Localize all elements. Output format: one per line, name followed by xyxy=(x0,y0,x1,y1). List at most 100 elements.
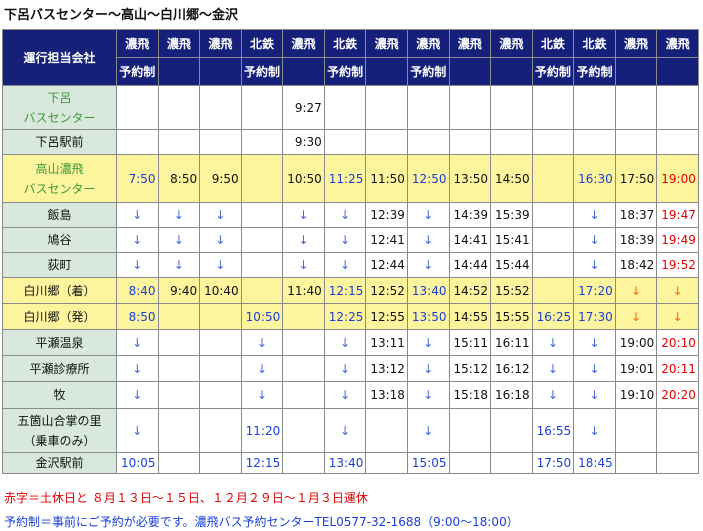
time-cell xyxy=(448,452,492,474)
pass-arrow-icon: ↓ xyxy=(116,202,159,228)
reservation-header xyxy=(282,57,325,86)
company-header: 濃飛 xyxy=(157,29,201,58)
company-corner-header: 運行担当会社 xyxy=(2,29,117,86)
time-cell: 17:30 xyxy=(573,303,616,330)
pass-arrow-icon: ↓ xyxy=(573,355,616,382)
time-cell: 14:55 xyxy=(448,303,492,330)
time-cell xyxy=(157,381,201,409)
time-cell: 15:05 xyxy=(406,452,450,474)
time-cell xyxy=(282,355,325,382)
pass-arrow-icon: ↓ xyxy=(573,252,616,278)
stop-name: 荻町 xyxy=(2,252,117,278)
time-cell: 12:15 xyxy=(240,452,284,474)
time-cell xyxy=(199,452,242,474)
time-cell: 19:52 xyxy=(656,252,699,278)
company-header: 濃飛 xyxy=(448,29,492,58)
stop-name: 白川郷（発） xyxy=(2,303,117,330)
time-cell xyxy=(282,303,325,330)
pass-arrow-icon: ↓ xyxy=(323,202,367,228)
time-cell: 19:00 xyxy=(656,154,699,203)
pass-arrow-icon: ↓ xyxy=(282,202,325,228)
pass-arrow-icon: ↓ xyxy=(240,355,284,382)
table-row: 白川郷（発） 8:50 10:50 12:25 12:55 13:50 14:55 15:55… xyxy=(2,303,699,330)
stop-name: 五箇山合掌の里 （乗車のみ） xyxy=(2,408,117,453)
time-cell: 17:50 xyxy=(531,452,575,474)
company-header: 濃飛 xyxy=(490,29,533,58)
time-cell xyxy=(199,303,242,330)
time-cell xyxy=(282,408,325,453)
time-cell xyxy=(531,252,575,278)
stop-name: 下呂駅前 xyxy=(2,129,117,155)
time-cell xyxy=(573,85,616,130)
time-cell: 12:44 xyxy=(365,252,408,278)
pass-arrow-icon: ↓ xyxy=(573,408,616,453)
time-cell: 20:10 xyxy=(656,329,699,356)
time-cell: 13:50 xyxy=(406,303,450,330)
reservation-header: 予約制 xyxy=(240,57,284,86)
time-cell: 18:39 xyxy=(614,227,658,253)
time-cell: 15:11 xyxy=(448,329,492,356)
time-cell: 14:50 xyxy=(490,154,533,203)
stop-name: 白川郷（着） xyxy=(2,277,117,304)
pass-arrow-icon: ↓ xyxy=(406,227,450,253)
table-row: 下呂駅前 9:30 xyxy=(2,129,699,155)
stop-name: 平瀬温泉 xyxy=(2,329,117,356)
time-cell: 20:11 xyxy=(656,355,699,382)
time-cell: 19:01 xyxy=(614,355,658,382)
time-cell xyxy=(531,277,575,304)
time-cell xyxy=(531,85,575,130)
table-row: 金沢駅前 10:05 12:15 13:40 15:05 17:50 18:45 xyxy=(2,452,699,474)
time-cell xyxy=(157,129,201,155)
pass-arrow-icon: ↓ xyxy=(573,329,616,356)
company-header: 濃飛 xyxy=(406,29,450,58)
table-row: 下呂 バスセンター 9:27 xyxy=(2,85,699,130)
table-row: 飯島 ↓ ↓ ↓ ↓ ↓ 12:39 ↓ 14:39 15:39 ↓ 18:37 19:47 xyxy=(2,202,699,228)
time-cell: 15:18 xyxy=(448,381,492,409)
pass-arrow-icon: ↓ xyxy=(116,381,159,409)
time-cell: 10:05 xyxy=(116,452,159,474)
time-cell xyxy=(490,85,533,130)
pass-arrow-icon: ↓ xyxy=(531,355,575,382)
time-cell xyxy=(531,154,575,203)
pass-arrow-icon: ↓ xyxy=(573,381,616,409)
stop-name: 飯島 xyxy=(2,202,117,228)
time-cell: 12:52 xyxy=(365,277,408,304)
time-cell xyxy=(365,452,408,474)
stop-name: 平瀬診療所 xyxy=(2,355,117,382)
reservation-header xyxy=(365,57,408,86)
pass-arrow-icon: ↓ xyxy=(199,252,242,278)
time-cell: 7:50 xyxy=(116,154,159,203)
company-header: 濃飛 xyxy=(365,29,408,58)
time-cell: 19:10 xyxy=(614,381,658,409)
pass-arrow-icon: ↓ xyxy=(116,408,159,453)
time-cell: 16:18 xyxy=(490,381,533,409)
time-cell xyxy=(614,408,658,453)
pass-arrow-icon: ↓ xyxy=(531,329,575,356)
stop-name: 下呂 バスセンター xyxy=(2,85,117,130)
pass-arrow-icon: ↓ xyxy=(573,202,616,228)
time-cell xyxy=(365,129,408,155)
time-cell: 13:11 xyxy=(365,329,408,356)
stop-name: 金沢駅前 xyxy=(2,452,117,474)
time-cell: 9:50 xyxy=(199,154,242,203)
pass-arrow-icon: ↓ xyxy=(199,227,242,253)
pass-arrow-icon: ↓ xyxy=(116,355,159,382)
reservation-header: 予約制 xyxy=(406,57,450,86)
company-header: 濃飛 xyxy=(199,29,242,58)
time-cell: 14:41 xyxy=(448,227,492,253)
time-cell: 19:47 xyxy=(656,202,699,228)
time-cell: 12:41 xyxy=(365,227,408,253)
time-cell: 11:40 xyxy=(282,277,325,304)
table-row: 荻町 ↓ ↓ ↓ ↓ ↓ 12:44 ↓ 14:44 15:44 ↓ 18:42 19:52 xyxy=(2,252,699,278)
time-cell xyxy=(282,452,325,474)
time-cell: 19:00 xyxy=(614,329,658,356)
time-cell: 20:20 xyxy=(656,381,699,409)
pass-arrow-icon: ↓ xyxy=(116,227,159,253)
time-cell xyxy=(157,85,201,130)
time-cell xyxy=(656,85,699,130)
time-cell: 13:50 xyxy=(448,154,492,203)
time-cell xyxy=(199,329,242,356)
reservation-header: 予約制 xyxy=(323,57,367,86)
time-cell xyxy=(240,154,284,203)
time-cell: 17:20 xyxy=(573,277,616,304)
